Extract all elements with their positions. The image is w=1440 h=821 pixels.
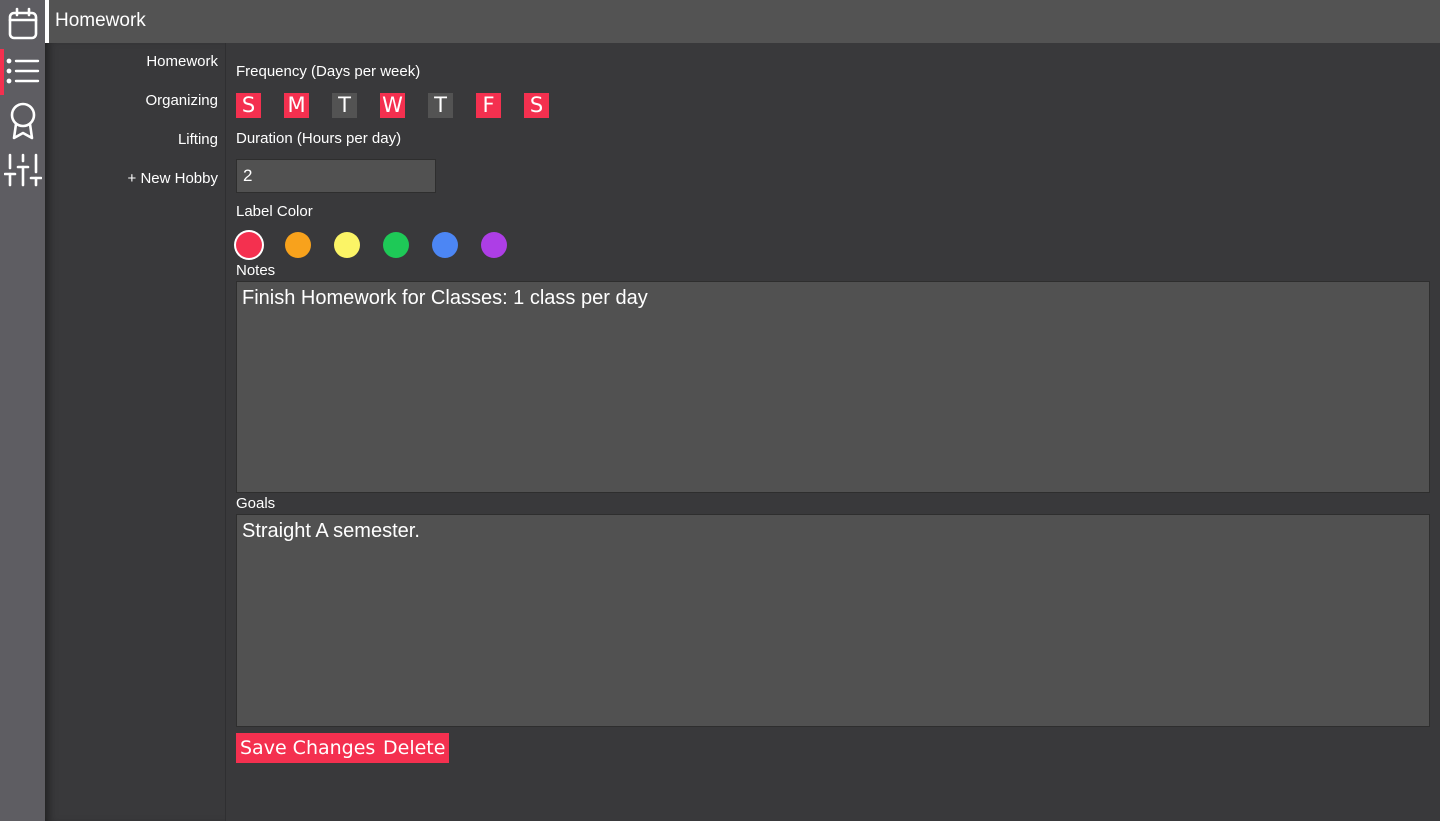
day-toggle-thursday[interactable]: T xyxy=(428,93,453,118)
hobbies-nav-button[interactable] xyxy=(0,47,45,95)
duration-input[interactable] xyxy=(236,159,436,193)
hobby-item-homework[interactable]: Homework xyxy=(146,52,218,72)
hobby-edit-form: Frequency (Days per week) S M T W T F S … xyxy=(226,43,1440,821)
hobby-list: Homework Organizing Lifting + New Hobby xyxy=(45,43,226,821)
day-toggle-saturday[interactable]: S xyxy=(524,93,549,118)
color-swatch-red[interactable] xyxy=(236,232,262,258)
day-toggle-monday[interactable]: M xyxy=(284,93,309,118)
calendar-nav-button[interactable] xyxy=(0,0,45,48)
label-color-label: Label Color xyxy=(236,203,313,220)
day-toggle-tuesday[interactable]: T xyxy=(332,93,357,118)
page-title: Homework xyxy=(55,10,146,31)
day-toggle-sunday[interactable]: S xyxy=(236,93,261,118)
sliders-icon xyxy=(3,153,42,187)
goals-textarea[interactable]: Straight A semester. xyxy=(236,514,1430,727)
goals-label: Goals xyxy=(236,495,276,512)
frequency-label: Frequency (Days per week) xyxy=(236,63,421,80)
list-icon xyxy=(6,58,39,84)
day-toggle-wednesday[interactable]: W xyxy=(380,93,405,118)
new-hobby-button[interactable]: + New Hobby xyxy=(128,169,218,189)
color-swatch-green[interactable] xyxy=(383,232,409,258)
color-swatch-blue[interactable] xyxy=(432,232,458,258)
color-swatch-purple[interactable] xyxy=(481,232,507,258)
hobby-item-lifting[interactable]: Lifting xyxy=(178,130,218,150)
icon-rail xyxy=(0,0,45,821)
achievements-nav-button[interactable] xyxy=(0,97,45,145)
award-icon xyxy=(10,102,35,140)
notes-textarea[interactable]: Finish Homework for Classes: 1 class per… xyxy=(236,281,1430,493)
day-toggle-friday[interactable]: F xyxy=(476,93,501,118)
calendar-icon xyxy=(8,7,37,40)
color-swatch-orange[interactable] xyxy=(285,232,311,258)
duration-label: Duration (Hours per day) xyxy=(236,130,402,147)
top-bar: Homework xyxy=(45,0,1440,43)
delete-button[interactable]: Delete xyxy=(379,733,450,763)
notes-label: Notes xyxy=(236,262,276,279)
save-changes-button[interactable]: Save Changes xyxy=(236,733,380,763)
settings-nav-button[interactable] xyxy=(0,146,45,194)
color-swatch-yellow[interactable] xyxy=(334,232,360,258)
hobby-item-organizing[interactable]: Organizing xyxy=(145,91,218,111)
